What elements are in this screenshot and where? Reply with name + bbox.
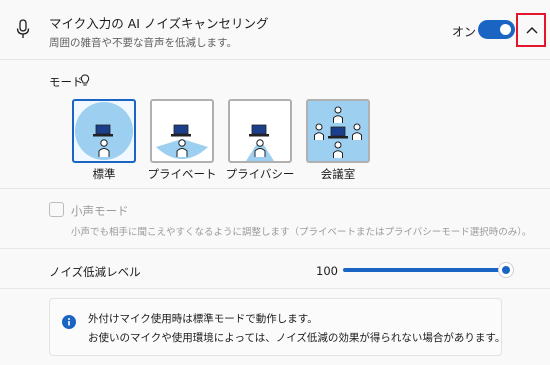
page-title: マイク入力の AI ノイズキャンセリング [49,16,269,31]
laptop-icon [93,124,113,137]
standard-mode-illustration [75,102,133,160]
info-text-line2: お使いのマイクや使用環境によっては、ノイズ低減の効果が得られない場合があります。 [88,332,506,344]
privacy-mode-illustration [246,124,274,161]
toggle-knob [500,24,511,35]
toggle-state-label: オン [452,25,477,39]
quiet-mode-label: 小声モード [71,204,129,218]
quiet-mode-description: 小声でも相手に聞こえやすくなるように調整します（プライベートまたはプライバシーモ… [71,227,532,238]
microphone-icon [16,19,30,38]
laptop-icon [249,124,269,137]
mode-option-private[interactable] [150,99,214,163]
private-mode-illustration [156,124,208,159]
laptop-icon [171,124,191,137]
mode-option-label: プライバシー [225,167,295,181]
person-icon [333,141,343,158]
conference-mode-illustration [314,106,362,158]
divider [0,248,550,249]
noise-cancel-header: マイク入力の AI ノイズキャンセリング 周囲の雑音や不要な音声を低減します。 … [0,0,550,60]
info-notice: 外付けマイク使用時は標準モードで動作します。 お使いのマイクや使用環境によっては… [49,298,506,356]
mode-label: モード [49,75,84,89]
person-icon [352,123,362,140]
quiet-mode-checkbox[interactable] [49,202,64,217]
mode-option-label: 会議室 [320,167,356,181]
collapse-button[interactable] [516,13,546,47]
person-icon [314,123,324,140]
mode-option-label: プライベート [147,167,217,181]
info-text-line1: 外付けマイク使用時は標準モードで動作します。 [88,313,318,325]
page-subtitle: 周囲の雑音や不要な音声を低減します。 [49,37,237,49]
noise-level-label: ノイズ低減レベル [49,265,141,279]
laptop-icon [328,126,348,139]
info-icon [62,315,76,329]
divider [0,288,550,289]
mode-option-conference[interactable] [306,99,370,163]
mode-option-label: 標準 [92,167,116,181]
noise-cancel-toggle[interactable] [478,20,515,39]
chevron-up-icon [526,27,538,34]
noise-level-value: 100 [316,264,338,278]
mode-option-privacy[interactable] [228,99,292,163]
noise-level-slider-track[interactable] [343,268,507,272]
noise-level-slider-thumb[interactable] [498,262,514,278]
lightbulb-icon [80,74,90,86]
mode-option-standard[interactable] [72,99,136,163]
person-icon [333,106,343,123]
divider [0,188,550,189]
